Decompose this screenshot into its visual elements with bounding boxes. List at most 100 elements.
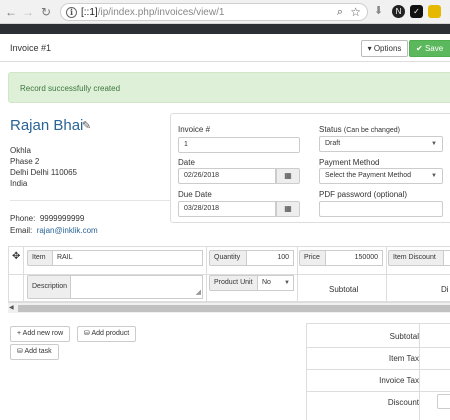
- address-line: Okhla: [10, 146, 31, 155]
- client-email: Email: rajan@inklik.com: [10, 226, 98, 235]
- save-label: Save: [424, 44, 444, 53]
- menu-icon[interactable]: ⋮: [444, 5, 450, 18]
- row-discount-label: Di: [441, 285, 449, 294]
- scrollbar-thumb[interactable]: [18, 305, 450, 312]
- phone-label: Phone:: [10, 214, 36, 223]
- date-label: Date: [178, 158, 195, 167]
- quantity-label: Quantity: [209, 250, 247, 266]
- item-name-input[interactable]: RAIL: [53, 250, 203, 266]
- edit-icon[interactable]: ✎: [82, 119, 91, 132]
- page-header: Invoice #1 ▾ Options ✔ Save: [0, 34, 450, 62]
- address-line: Delhi Delhi 110065: [10, 168, 78, 177]
- divider: [10, 200, 170, 201]
- address-line: India: [10, 179, 28, 188]
- item-discount-input[interactable]: [444, 250, 450, 266]
- divider: [23, 247, 24, 303]
- download-icon[interactable]: ⬇: [372, 5, 385, 18]
- pdf-password-input[interactable]: [319, 201, 443, 217]
- status-label: Status (Can be changed): [319, 125, 400, 134]
- totals-row: Item Tax: [307, 346, 450, 370]
- scroll-left-icon[interactable]: ◀: [9, 304, 14, 311]
- item-discount-label: Item Discount: [388, 250, 444, 266]
- due-date-input[interactable]: 03/28/2018: [178, 201, 276, 217]
- reload-icon[interactable]: ↻: [38, 4, 54, 20]
- address-line: Phase 2: [10, 157, 40, 166]
- status-value: Draft: [325, 140, 341, 147]
- divider: [386, 247, 387, 303]
- zoom-icon[interactable]: ⌕: [337, 6, 343, 19]
- extension-check-icon[interactable]: ✓: [410, 5, 423, 18]
- phone-value: 9999999999: [39, 214, 85, 223]
- totals-row: Subtotal: [307, 324, 450, 348]
- browser-toolbar: ← → ↻ i [::1]/ip/index.php/invoices/view…: [0, 0, 450, 24]
- invoice-items-table: ✥ Item RAIL Quantity 100 Price 150000 It…: [8, 246, 450, 303]
- divider: [297, 247, 298, 303]
- client-name[interactable]: Rajan Bhai: [10, 117, 83, 134]
- options-label: Options: [373, 44, 402, 53]
- product-unit-label: Product Unit: [209, 275, 258, 291]
- description-textarea[interactable]: ◢: [71, 275, 203, 299]
- add-task-button[interactable]: ⛁ Add task: [10, 344, 59, 360]
- date-input[interactable]: 02/26/2018: [178, 168, 276, 184]
- status-label-text: Status: [319, 125, 342, 134]
- extension-icon[interactable]: [428, 5, 441, 18]
- alert-message: Record successfully created: [20, 84, 121, 93]
- item-tax-label: Item Tax: [388, 354, 419, 363]
- resize-handle-icon[interactable]: ◢: [196, 286, 201, 300]
- bookmark-star-icon[interactable]: ☆: [350, 5, 361, 19]
- calendar-icon[interactable]: ▦: [276, 168, 300, 184]
- add-task-label: Add task: [24, 348, 52, 355]
- status-hint: (Can be changed): [343, 127, 400, 134]
- info-icon[interactable]: i: [66, 7, 77, 18]
- caret-down-icon: ▼: [431, 173, 437, 179]
- discount-label: Discount: [387, 398, 419, 407]
- row-subtotal-label: Subtotal: [329, 285, 359, 294]
- caret-down-icon: ▼: [431, 141, 437, 147]
- payment-method-value: Select the Payment Method: [325, 172, 411, 179]
- product-unit-value: No: [262, 279, 271, 286]
- subtotal-label: Subtotal: [389, 332, 419, 341]
- add-product-label: Add product: [91, 330, 130, 337]
- success-alert: Record successfully created: [8, 72, 450, 103]
- options-button[interactable]: ▾ Options: [361, 40, 408, 57]
- url-text: [::1]/ip/index.php/invoices/view/1: [81, 7, 225, 18]
- page-title: Invoice #1: [10, 43, 52, 53]
- quantity-input[interactable]: 100: [247, 250, 294, 266]
- horizontal-scrollbar[interactable]: ◀: [8, 302, 450, 313]
- caret-down-icon: ▼: [284, 280, 290, 286]
- calendar-icon[interactable]: ▦: [276, 201, 300, 217]
- payment-method-select[interactable]: Select the Payment Method ▼: [319, 168, 443, 184]
- save-button[interactable]: ✔ Save: [409, 40, 450, 57]
- invoice-details-panel: Invoice # 1 Date 02/26/2018 ▦ Due Date 0…: [170, 113, 450, 223]
- status-select[interactable]: Draft ▼: [319, 136, 443, 152]
- check-icon: ✔: [416, 44, 425, 53]
- client-phone: Phone: 9999999999: [10, 214, 84, 223]
- invoice-tax-label: Invoice Tax: [379, 376, 419, 385]
- totals-row: Invoice Tax: [307, 368, 450, 392]
- price-label: Price: [299, 250, 326, 266]
- add-product-button[interactable]: ⛁ Add product: [77, 326, 137, 342]
- email-label: Email:: [10, 226, 33, 235]
- address-bar[interactable]: i [::1]/ip/index.php/invoices/view/1 ⌕ ☆: [60, 3, 368, 21]
- move-handle-icon[interactable]: ✥: [12, 251, 20, 262]
- email-link[interactable]: rajan@inklik.com: [37, 226, 98, 235]
- app-topbar: [0, 24, 450, 34]
- description-label: Description: [27, 275, 71, 299]
- add-new-row-button[interactable]: + Add new row: [10, 326, 71, 342]
- totals-row: Discount: [307, 390, 450, 414]
- invoice-number-label: Invoice #: [178, 125, 211, 134]
- totals-table: Subtotal Item Tax Invoice Tax Discount: [306, 323, 450, 420]
- extension-n-icon[interactable]: N: [392, 5, 405, 18]
- divider: [206, 247, 207, 303]
- item-label: Item: [27, 250, 53, 266]
- due-date-label: Due Date: [178, 190, 212, 199]
- price-input[interactable]: 150000: [326, 250, 383, 266]
- product-unit-select[interactable]: No ▼: [258, 275, 294, 291]
- forward-icon[interactable]: →: [20, 4, 36, 20]
- add-new-row-label: Add new row: [22, 330, 64, 337]
- back-icon[interactable]: ←: [3, 4, 19, 20]
- invoice-number-input[interactable]: 1: [178, 137, 300, 153]
- payment-method-label: Payment Method: [319, 158, 380, 167]
- discount-input[interactable]: [437, 394, 450, 409]
- pdf-password-label: PDF password (optional): [319, 190, 408, 199]
